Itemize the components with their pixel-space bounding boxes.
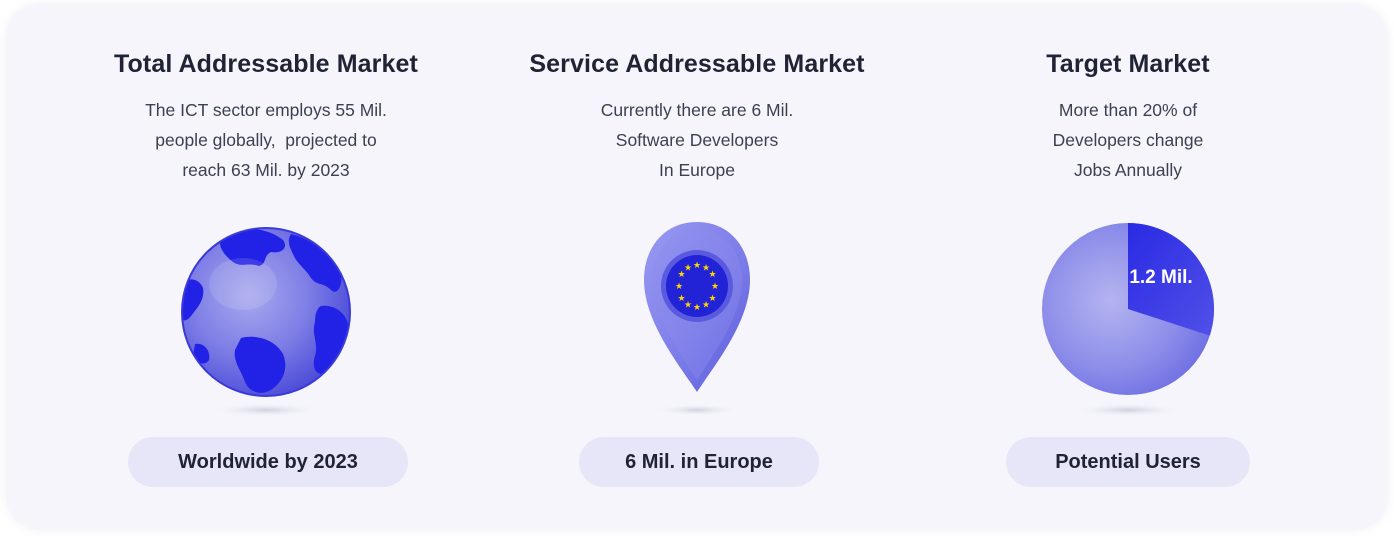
sam-badge: 6 Mil. in Europe	[579, 437, 819, 487]
tam-badge: Worldwide by 2023	[128, 437, 408, 487]
tm-graphic: 1.2 Mil.	[908, 216, 1348, 426]
svg-text:★: ★	[684, 264, 692, 274]
tam-description: The ICT sector employs 55 Mil. people gl…	[46, 95, 486, 185]
sam-graphic: ★ ★ ★ ★ ★ ★ ★ ★ ★ ★ ★ ★	[477, 216, 917, 426]
svg-text:★: ★	[693, 261, 701, 271]
sam-description-line: Currently there are 6 Mil.	[600, 100, 794, 120]
globe-icon	[181, 227, 351, 417]
sam-description: Currently there are 6 Mil. Software Deve…	[477, 95, 917, 185]
market-overview-card: Total Addressable Market The ICT sector …	[6, 4, 1388, 530]
tm-description-line: Developers change	[1052, 130, 1204, 150]
tm-description-line: Jobs Annually	[1074, 160, 1182, 180]
tam-description-line: reach 63 Mil. by 2023	[182, 160, 350, 180]
sam-description-line: In Europe	[659, 160, 735, 180]
svg-text:★: ★	[702, 301, 710, 311]
tam-description-line: people globally, projected to	[155, 130, 377, 150]
eu-location-pin-icon: ★ ★ ★ ★ ★ ★ ★ ★ ★ ★ ★ ★	[644, 222, 750, 416]
svg-text:★: ★	[677, 294, 685, 304]
tam-section: Total Addressable Market The ICT sector …	[46, 4, 486, 530]
svg-text:★: ★	[708, 270, 716, 280]
tam-title: Total Addressable Market	[114, 50, 418, 78]
sam-title: Service Addressable Market	[529, 50, 865, 78]
svg-text:★: ★	[693, 303, 701, 313]
pie-label: 1.2 Mil.	[1129, 267, 1192, 288]
tam-description-line: The ICT sector employs 55 Mil.	[145, 100, 387, 120]
tm-description: More than 20% of Developers change Jobs …	[908, 95, 1348, 185]
sam-description-line: Software Developers	[615, 130, 779, 150]
tm-badge: Potential Users	[1006, 437, 1250, 487]
svg-text:★: ★	[711, 282, 719, 292]
svg-text:★: ★	[675, 282, 683, 292]
tm-description-line: More than 20% of	[1058, 100, 1198, 120]
tam-graphic	[46, 216, 486, 426]
tm-section: Target Market More than 20% of Developer…	[908, 4, 1348, 530]
sam-section: Service Addressable Market Currently the…	[477, 4, 917, 530]
tm-title: Target Market	[1046, 50, 1210, 78]
pie-chart-icon: 1.2 Mil.	[1042, 223, 1215, 417]
